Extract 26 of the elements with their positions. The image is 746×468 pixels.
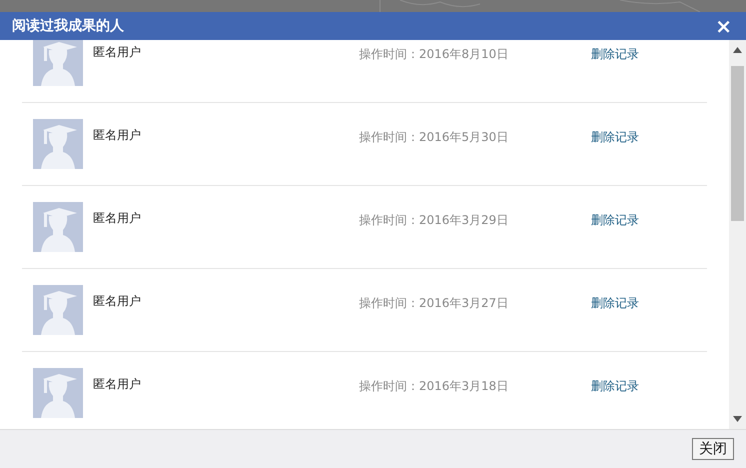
user-name: 匿名用户	[93, 293, 142, 310]
close-button[interactable]: 关闭	[692, 438, 734, 460]
delete-record-link[interactable]: 删除记录	[591, 129, 639, 146]
user-name: 匿名用户	[93, 210, 142, 227]
scrollbar-thumb[interactable]	[731, 66, 744, 221]
operation-time: 操作时间：2016年3月18日	[359, 378, 510, 395]
avatar-icon	[33, 202, 83, 252]
user-name: 匿名用户	[93, 127, 142, 144]
user-name: 匿名用户	[93, 376, 142, 393]
avatar-icon	[33, 368, 83, 418]
scroll-up-icon[interactable]	[733, 47, 742, 53]
delete-record-link[interactable]: 删除记录	[591, 46, 639, 63]
close-icon[interactable]: ×	[715, 16, 732, 36]
operation-time: 操作时间：2016年5月30日	[359, 129, 510, 146]
dialog-title: 阅读过我成果的人	[12, 17, 124, 35]
delete-record-link[interactable]: 删除记录	[591, 295, 639, 312]
avatar-icon	[33, 119, 83, 169]
delete-record-link[interactable]: 删除记录	[591, 378, 639, 395]
delete-record-link[interactable]: 删除记录	[591, 212, 639, 229]
avatar-icon	[33, 285, 83, 335]
user-name: 匿名用户	[93, 44, 142, 61]
operation-time: 操作时间：2016年3月27日	[359, 295, 510, 312]
operation-time: 操作时间：2016年3月29日	[359, 212, 510, 229]
operation-time: 操作时间：2016年8月10日	[359, 46, 510, 63]
scroll-down-icon[interactable]	[733, 416, 742, 422]
avatar-icon	[33, 40, 83, 86]
